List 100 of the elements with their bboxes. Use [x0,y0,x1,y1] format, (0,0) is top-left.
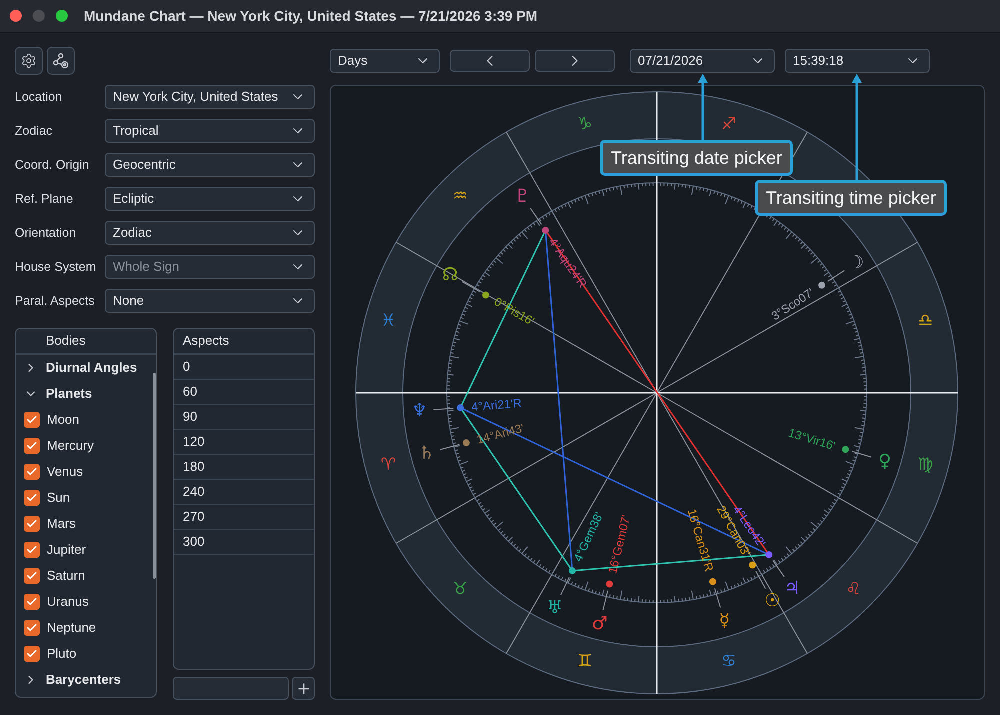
aspect-item[interactable]: 0 [174,355,314,380]
zodiac-sign: ♎ [918,311,934,332]
tree-group[interactable]: Planets [16,381,156,407]
position-label: 4°Ari21'R [471,396,522,414]
callout: Transiting time picker [755,180,948,216]
body-label: Saturn [47,567,86,586]
settings-icon [21,53,37,69]
nodes-gear-icon [52,52,70,70]
chart-settings-button[interactable] [47,47,75,75]
planet-glyph: ♄ [418,442,435,464]
checkbox[interactable] [24,594,40,610]
check-icon [26,544,38,556]
body-label: Pluto [47,645,77,664]
settings-button[interactable] [15,47,43,75]
aspect-item[interactable]: 60 [174,380,314,405]
setting-label: Location [15,88,64,106]
leader-line [756,570,766,590]
setting-dropdown[interactable]: Geocentric [105,153,315,177]
leader-line [772,560,786,578]
checkbox[interactable] [24,412,40,428]
aspect-item[interactable]: 90 [174,405,314,430]
checkbox[interactable] [24,464,40,480]
checkbox[interactable] [24,490,40,506]
aspect-item[interactable]: 240 [174,480,314,505]
check-icon [26,570,38,582]
check-icon [26,414,38,426]
check-icon [26,440,38,452]
zodiac-sign: ♑ [577,114,593,134]
callout-arrow [697,74,709,140]
planet-glyph: ♀ [878,450,892,472]
scrollbar[interactable] [153,373,156,579]
position-label: 13°Vir16' [786,426,838,454]
zodiac-sign: ♍ [918,454,934,475]
zodiac-sign: ♋ [721,652,737,672]
checkbox[interactable] [24,438,40,454]
time-picker[interactable]: 15:39:18 [785,49,930,73]
callout: Transiting date picker [600,140,794,176]
zodiac-sign: ♈ [380,454,396,475]
leader-line [602,590,608,611]
position-label: 14°Ari43' [475,421,526,447]
aspect-input-field[interactable] [173,677,289,700]
setting-label: Paral. Aspects [15,292,96,310]
aspect-item[interactable]: 120 [174,430,314,455]
planet-glyph: ♅ [546,598,563,618]
planet-glyph: ♆ [412,400,428,422]
check-icon [26,492,38,504]
leader-line [560,576,570,596]
window-title: Mundane Chart — New York City, United States — 7/21/2026 3:39 PM [84,6,538,26]
tree-group[interactable]: Diurnal Angles [16,355,156,381]
setting-dropdown[interactable]: Tropical [105,119,315,143]
leader-line [714,588,722,608]
check-icon [26,466,38,478]
zodiac-sign: ♌ [846,580,862,600]
zodiac-sign: ♓ [380,311,396,332]
leader-line [462,281,480,292]
setting-label: Ref. Plane [15,190,74,208]
leader-line [827,270,846,282]
checkbox[interactable] [24,620,40,636]
setting-label: House System [15,258,98,276]
body-label: Neptune [47,619,96,638]
checkbox[interactable] [24,516,40,532]
planet-glyph: ♂ [592,614,608,635]
planet-glyph: ☿ [719,610,730,632]
checkbox[interactable] [24,646,40,662]
zoom-window-button[interactable] [56,10,68,22]
body-label: Mars [47,515,76,534]
date-picker[interactable]: 07/21/2026 [630,49,775,73]
body-label: Venus [47,463,84,482]
setting-dropdown[interactable]: Ecliptic [105,187,315,211]
body-label: Uranus [47,593,89,612]
setting-label: Zodiac [15,122,54,140]
close-window-button[interactable] [10,10,22,22]
leader-line [530,208,542,226]
tree-group[interactable]: Barycenters [16,667,156,693]
zodiac-sign: ♒ [452,186,468,206]
setting-dropdown[interactable]: Zodiac [105,221,315,245]
body-label: Sun [47,489,70,508]
body-label: Jupiter [47,541,86,560]
setting-label: Orientation [15,224,78,242]
check-icon [26,622,38,634]
checkbox[interactable] [24,568,40,584]
check-icon [26,648,38,660]
aspect-item[interactable]: 300 [174,530,314,555]
zodiac-sign: ♊ [577,652,593,672]
checkbox[interactable] [24,542,40,558]
setting-dropdown[interactable]: None [105,289,315,313]
add-button[interactable] [292,677,315,700]
bodies-header: Bodies [16,329,156,355]
zodiac-sign: ♐ [721,114,737,134]
planet-glyph: ♇ [514,186,531,208]
leader-line [433,408,454,410]
body-label: Mercury [47,437,94,456]
setting-dropdown[interactable]: New York City, United States [105,85,315,109]
aspect-item[interactable]: 270 [174,505,314,530]
aspect-item[interactable]: 180 [174,455,314,480]
planet-glyph: ☽ [848,252,864,274]
period-dropdown[interactable]: Days [330,49,440,73]
leader-line [852,451,872,458]
plus-icon [296,680,312,696]
check-icon [26,596,38,608]
